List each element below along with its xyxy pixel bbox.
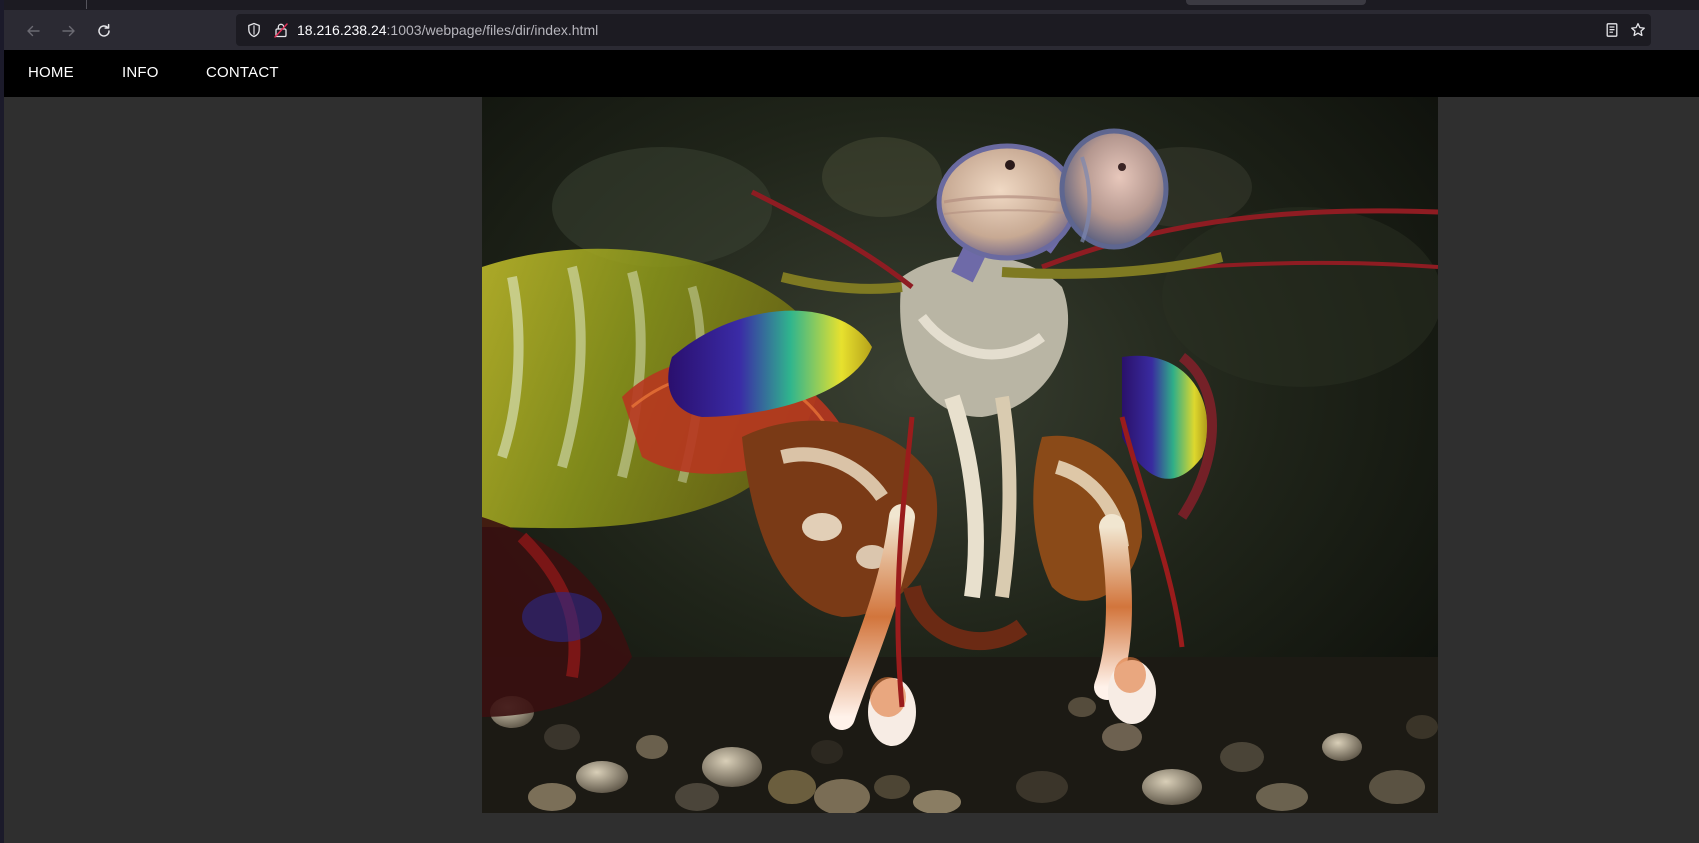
reader-view-icon[interactable] [1604,22,1620,38]
browser-window: 18.216.238.24:1003/webpage/files/dir/ind… [4,0,1699,843]
browser-toolbar: 18.216.238.24:1003/webpage/files/dir/ind… [4,10,1699,50]
reload-button[interactable] [89,17,119,45]
tab-indicator[interactable] [1186,0,1366,5]
mantis-shrimp-photo [482,97,1438,813]
back-arrow-icon [27,25,40,37]
star-icon[interactable] [1630,22,1646,38]
url-path: :1003/webpage/files/dir/index.html [386,22,599,38]
nav-link-home[interactable]: HOME [28,63,74,83]
url-host: 18.216.238.24 [297,22,387,38]
back-button[interactable] [18,17,48,45]
nav-link-info[interactable]: INFO [122,63,159,83]
tab-strip [4,0,1699,10]
url-text[interactable]: 18.216.238.24:1003/webpage/files/dir/ind… [297,22,598,38]
address-bar[interactable]: 18.216.238.24:1003/webpage/files/dir/ind… [236,14,1651,46]
forward-button[interactable] [54,17,84,45]
lock-icon[interactable] [273,22,289,38]
nav-link-contact[interactable]: CONTACT [206,63,279,83]
forward-arrow-icon [62,25,75,37]
reload-icon [98,23,110,37]
mantis-shrimp-illustration [482,97,1438,813]
tab-separator [86,0,87,9]
site-navbar: HOME INFO CONTACT [4,50,1699,97]
shield-icon[interactable] [246,22,262,38]
page-content [4,97,1699,843]
